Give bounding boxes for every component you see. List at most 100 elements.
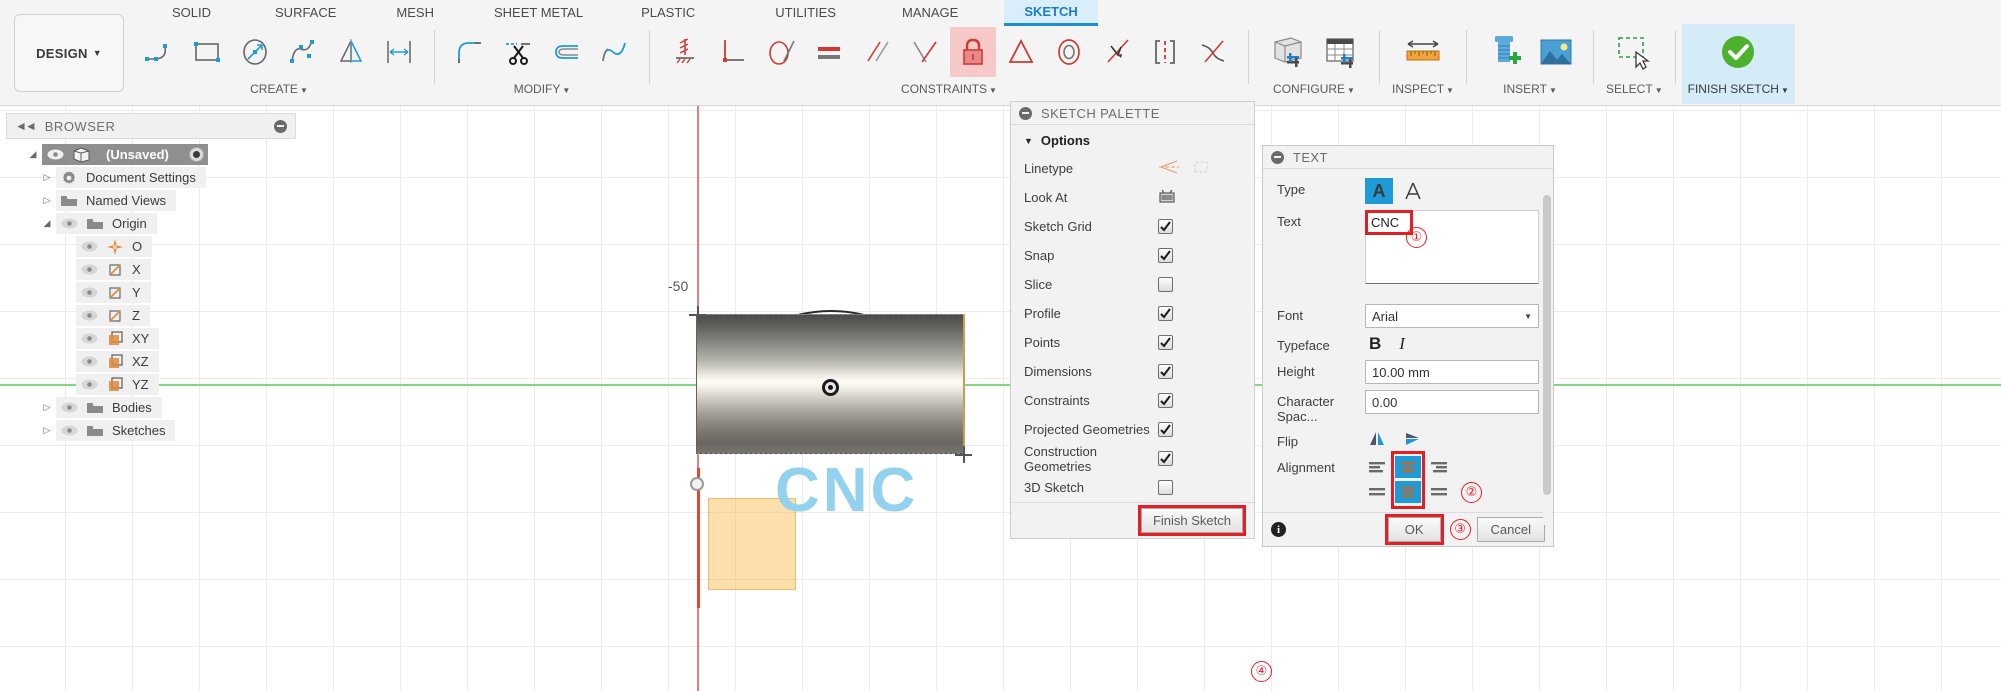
visibility-eye-icon[interactable] [56,218,82,229]
line-tool-icon[interactable] [136,27,182,77]
panel-select-label[interactable]: SELECT ▼ [1606,80,1663,98]
insert-mcmaster-part-icon[interactable] [1479,27,1529,77]
midpoint-constraint-icon[interactable] [1142,27,1188,77]
panel-finish-sketch[interactable]: FINISH SKETCH ▼ [1681,24,1795,104]
tab-surface[interactable]: SURFACE [255,1,356,25]
equal-constraint-icon[interactable] [806,27,852,77]
tree-item-axis-z[interactable]: Z [6,304,296,327]
tree-item-bodies[interactable]: ▷ Bodies [6,396,296,419]
curvature-tool-icon[interactable] [591,27,637,77]
dimensions-checkbox[interactable] [1158,364,1173,379]
tree-item-unsaved[interactable]: ◢ (Unsaved) [6,143,296,166]
collinear-constraint-icon[interactable] [1094,27,1140,77]
visibility-eye-icon[interactable] [56,425,82,436]
slice-checkbox[interactable] [1158,277,1173,292]
visibility-eye-icon[interactable] [76,264,102,275]
visibility-eye-icon[interactable] [76,379,102,390]
bounding-handle-top-left[interactable] [689,306,706,323]
tangent-constraint-icon[interactable] [758,27,804,77]
offset-tool-icon[interactable] [543,27,589,77]
panel-finish-sketch-label[interactable]: FINISH SKETCH ▼ [1688,80,1789,98]
angle-constraint-icon[interactable] [902,27,948,77]
twisty-right-icon[interactable]: ▷ [38,195,56,206]
minus-circle-icon[interactable] [1271,150,1284,164]
curvature-constraint-icon[interactable] [1190,27,1236,77]
ok-button[interactable]: OK [1387,517,1441,542]
visibility-eye-icon[interactable] [76,241,102,252]
design-workspace-button[interactable]: DESIGN ▼ [14,14,124,92]
visibility-eye-icon[interactable] [76,333,102,344]
insert-image-icon[interactable] [1531,27,1581,77]
fillet-tool-icon[interactable] [447,27,493,77]
italic-button[interactable]: I [1399,334,1405,354]
info-icon[interactable]: i [1271,522,1286,537]
tree-item-plane-xy[interactable]: XY [6,327,296,350]
text-solid-icon[interactable]: A [1365,178,1393,204]
tree-item-axis-y[interactable]: Y [6,281,296,304]
3d-sketch-checkbox[interactable] [1158,480,1173,495]
visibility-eye-icon[interactable] [76,310,102,321]
sketch-viewport[interactable]: -50 CNC [0,106,2001,691]
align-left-icon[interactable] [1365,456,1391,478]
panel-insert-label[interactable]: INSERT ▼ [1503,80,1557,98]
twisty-down-icon[interactable]: ◢ [24,149,42,160]
visibility-eye-icon[interactable] [42,149,68,160]
tree-item-plane-xz[interactable]: XZ [6,350,296,373]
twisty-right-icon[interactable]: ▷ [38,172,56,183]
panel-configure-label[interactable]: CONFIGURE ▼ [1273,80,1355,98]
lookat-icon[interactable] [1158,188,1176,207]
tab-sketch[interactable]: SKETCH [1004,0,1098,26]
character-spacing-input[interactable]: 0.00 [1365,390,1539,414]
tree-item-axis-x[interactable]: X [6,258,296,281]
circle-tool-icon[interactable] [232,27,278,77]
cancel-button[interactable]: Cancel [1476,517,1545,542]
tree-item-origin-point[interactable]: O [6,235,296,258]
minus-circle-icon[interactable] [1019,106,1032,120]
configure-model-icon[interactable] [1261,27,1313,77]
twisty-right-icon[interactable]: ▷ [38,402,56,413]
flip-vertical-icon[interactable] [1403,430,1423,450]
tree-item-document-settings[interactable]: ▷ Document Settings [6,166,296,189]
profile-checkbox[interactable] [1158,306,1173,321]
activate-component-radio[interactable] [188,147,204,162]
sketch-grid-checkbox[interactable] [1158,219,1173,234]
align-justify-right-icon[interactable] [1425,481,1451,503]
align-justify-left-icon[interactable] [1365,481,1391,503]
perpendicular-constraint-icon[interactable] [710,27,756,77]
visibility-eye-icon[interactable] [76,287,102,298]
symmetry-constraint-icon[interactable] [998,27,1044,77]
rectangle-tool-icon[interactable] [184,27,230,77]
fix-constraint-icon[interactable] [950,27,996,77]
construction-geometries-checkbox[interactable] [1158,451,1173,466]
double-chevron-left-icon[interactable]: ◄◄ [15,119,37,133]
panel-create-label[interactable]: CREATE ▼ [250,80,308,98]
bounding-handle-bottom-right[interactable] [955,446,972,463]
sketch-origin-point[interactable] [690,477,704,491]
constraints-checkbox[interactable] [1158,393,1173,408]
align-right-icon[interactable] [1425,456,1451,478]
tab-manage[interactable]: MANAGE [882,1,978,25]
configure-table-icon[interactable] [1315,27,1367,77]
tree-item-plane-yz[interactable]: YZ [6,373,296,396]
tab-plastic[interactable]: PLASTIC [621,1,715,25]
tree-item-sketches[interactable]: ▷ Sketches [6,419,296,442]
panel-constraints-label[interactable]: CONSTRAINTS ▼ [901,80,997,98]
parallel-constraint-icon[interactable] [854,27,900,77]
twisty-down-icon[interactable]: ◢ [38,218,56,229]
centerline-icon[interactable] [1158,159,1180,178]
height-input[interactable]: 10.00 mm [1365,360,1539,384]
tree-item-origin[interactable]: ◢ Origin [6,212,296,235]
twisty-right-icon[interactable]: ▷ [38,425,56,436]
scrollbar-thumb[interactable] [1543,195,1551,495]
text-outline-icon[interactable] [1399,178,1427,204]
tab-utilities[interactable]: UTILITIES [755,1,856,25]
minus-circle-icon[interactable] [274,119,287,133]
panel-modify-label[interactable]: MODIFY ▼ [514,80,571,98]
panel-inspect-label[interactable]: INSPECT ▼ [1392,80,1454,98]
tab-mesh[interactable]: MESH [376,1,454,25]
bold-button[interactable]: B [1369,334,1381,354]
coincident-constraint-icon[interactable] [662,27,708,77]
construction-line-icon[interactable] [1192,159,1212,178]
finish-sketch-check-icon[interactable] [1701,27,1775,77]
dimension-tool-icon[interactable] [376,27,422,77]
